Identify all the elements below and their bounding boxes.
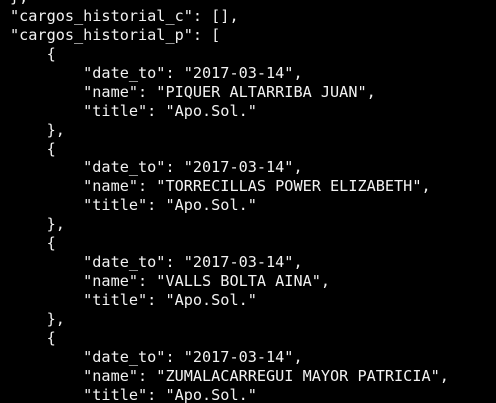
terminal-line: { (10, 139, 56, 158)
terminal-line: { (10, 328, 56, 347)
terminal-line: }, (10, 0, 449, 7)
terminal-line: "date_to": "2017-03-14", (10, 158, 303, 177)
terminal-line: "title": "Apo.Sol." (10, 196, 257, 215)
terminal-line: }, (10, 120, 65, 139)
terminal-line: "name": "PIQUER ALTARRIBA JUAN", (10, 82, 376, 101)
terminal-line: "cargos_historial_p": [ (10, 25, 221, 44)
terminal-line: { (10, 44, 56, 63)
terminal-window[interactable]: },"cargos_historial_c": [],"cargos_histo… (0, 0, 496, 403)
terminal-line: }, (10, 215, 65, 234)
terminal-line: "name": "VALLS BOLTA AINA", (10, 272, 331, 291)
terminal-line: "date_to": "2017-03-14", (10, 253, 303, 272)
terminal-line: "name": "ZUMALACARREGUI MAYOR PATRICIA", (10, 366, 449, 385)
terminal-line: { (10, 234, 56, 253)
terminal-line: "name": "TORRECILLAS POWER ELIZABETH", (10, 177, 431, 196)
terminal-output: },"cargos_historial_c": [],"cargos_histo… (10, 0, 449, 403)
terminal-line: "title": "Apo.Sol." (10, 385, 257, 403)
terminal-line: "cargos_historial_c": [], (10, 6, 239, 25)
terminal-line: "date_to": "2017-03-14", (10, 63, 303, 82)
terminal-line: "title": "Apo.Sol." (10, 291, 257, 309)
terminal-line: "date_to": "2017-03-14", (10, 347, 303, 366)
terminal-line: }, (10, 309, 65, 328)
terminal-line: "title": "Apo.Sol." (10, 101, 257, 120)
